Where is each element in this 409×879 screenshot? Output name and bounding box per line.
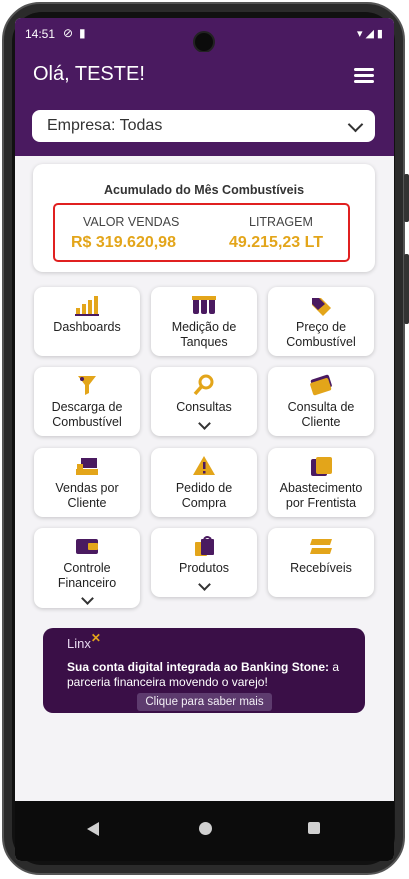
tile-products-label: Produtos bbox=[178, 561, 230, 575]
tile-fuel-discharge-label: Descarga de Combustível bbox=[51, 400, 123, 429]
monthly-summary-card: Acumulado do Mês Combustíveis VALOR VEND… bbox=[33, 164, 375, 272]
volume-button bbox=[404, 174, 409, 222]
tile-dashboards[interactable]: Dashboards bbox=[34, 287, 140, 356]
tile-refueling-by-attendant-label: Abastecimento por Frentista bbox=[279, 481, 363, 510]
price-tag-icon bbox=[312, 298, 331, 316]
greeting-title: Olá, TESTE! bbox=[33, 63, 145, 85]
tile-financial-control-label: Controle Financeiro bbox=[57, 561, 117, 590]
tile-purchase-order-label: Pedido de Compra bbox=[175, 481, 233, 510]
system-status-icons: ▾◢▮ bbox=[356, 28, 386, 40]
promo-banner[interactable]: Linx✕ Sua conta digital integrada ao Ban… bbox=[43, 628, 365, 713]
banner-cta-button[interactable]: Clique para saber mais bbox=[137, 693, 272, 711]
tile-financial-control[interactable]: Controle Financeiro bbox=[34, 528, 140, 608]
tile-customer-query[interactable]: Consulta de Cliente bbox=[268, 367, 374, 436]
back-icon[interactable] bbox=[87, 822, 99, 836]
cash-register-icon bbox=[76, 458, 98, 475]
tile-fuel-discharge[interactable]: Descarga de Combustível bbox=[34, 367, 140, 436]
search-icon bbox=[193, 374, 214, 396]
banner-line-2: parceria financeira movendo o varejo! bbox=[67, 675, 268, 689]
summary-highlight-box bbox=[53, 203, 350, 262]
funnel-icon bbox=[78, 376, 96, 395]
chevron-down-icon bbox=[198, 578, 211, 591]
warning-icon bbox=[193, 456, 215, 475]
status-time: 14:51 bbox=[25, 27, 56, 41]
tile-receivables[interactable]: Recebíveis bbox=[268, 528, 374, 597]
volume-value: 49.215,23 LT bbox=[229, 234, 323, 251]
clipboard-icon bbox=[311, 457, 332, 476]
company-select[interactable]: Empresa: Todas bbox=[32, 110, 375, 142]
tile-products[interactable]: Produtos bbox=[151, 528, 257, 597]
tile-purchase-order[interactable]: Pedido de Compra bbox=[151, 448, 257, 517]
tile-refueling-by-attendant[interactable]: Abastecimento por Frentista bbox=[268, 448, 374, 517]
credit-card-icon bbox=[310, 374, 332, 396]
hamburger-menu-icon[interactable] bbox=[354, 68, 374, 83]
summary-title: Acumulado do Mês Combustíveis bbox=[103, 183, 305, 197]
tile-receivables-label: Recebíveis bbox=[290, 561, 352, 575]
app-screen: 14:51 ⊘▮ ▾◢▮ Olá, TESTE! Empresa: Todas … bbox=[15, 18, 394, 861]
tanks-icon bbox=[192, 296, 216, 314]
tile-customer-query-label: Consulta de Cliente bbox=[287, 400, 355, 429]
app-header: Olá, TESTE! Empresa: Todas bbox=[15, 52, 394, 156]
tile-tank-measurement[interactable]: Medição de Tanques bbox=[151, 287, 257, 356]
chevron-down-icon bbox=[81, 592, 94, 605]
volume-label: LITRAGEM bbox=[249, 215, 313, 229]
tile-sales-by-customer[interactable]: Vendas por Cliente bbox=[34, 448, 140, 517]
chevron-down-icon bbox=[347, 116, 364, 133]
linx-logo: Linx✕ bbox=[67, 631, 101, 651]
notification-icons: ⊘▮ bbox=[63, 26, 92, 40]
power-button bbox=[404, 254, 409, 324]
tile-queries-label: Consultas bbox=[176, 400, 232, 414]
sales-label: VALOR VENDAS bbox=[83, 215, 180, 229]
home-icon[interactable] bbox=[199, 822, 212, 835]
tile-fuel-price[interactable]: Preço de Combustível bbox=[268, 287, 374, 356]
recent-apps-icon[interactable] bbox=[308, 822, 320, 834]
android-nav-bar bbox=[15, 801, 394, 861]
chevron-down-icon bbox=[198, 417, 211, 430]
tile-tank-measurement-label: Medição de Tanques bbox=[171, 320, 237, 349]
bar-chart-icon bbox=[75, 296, 99, 316]
tile-sales-by-customer-label: Vendas por Cliente bbox=[55, 481, 119, 510]
shopping-bags-icon bbox=[195, 536, 214, 556]
sales-value: R$ 319.620,98 bbox=[71, 234, 176, 251]
tile-queries[interactable]: Consultas bbox=[151, 367, 257, 436]
tile-dashboards-label: Dashboards bbox=[53, 320, 121, 334]
tile-fuel-price-label: Preço de Combustível bbox=[286, 320, 356, 349]
banner-line-1: Sua conta digital integrada ao Banking S… bbox=[67, 660, 340, 674]
company-select-label: Empresa: Todas bbox=[47, 117, 163, 134]
front-camera bbox=[193, 31, 215, 53]
wallet-icon bbox=[76, 539, 98, 554]
receivables-icon bbox=[310, 539, 332, 554]
